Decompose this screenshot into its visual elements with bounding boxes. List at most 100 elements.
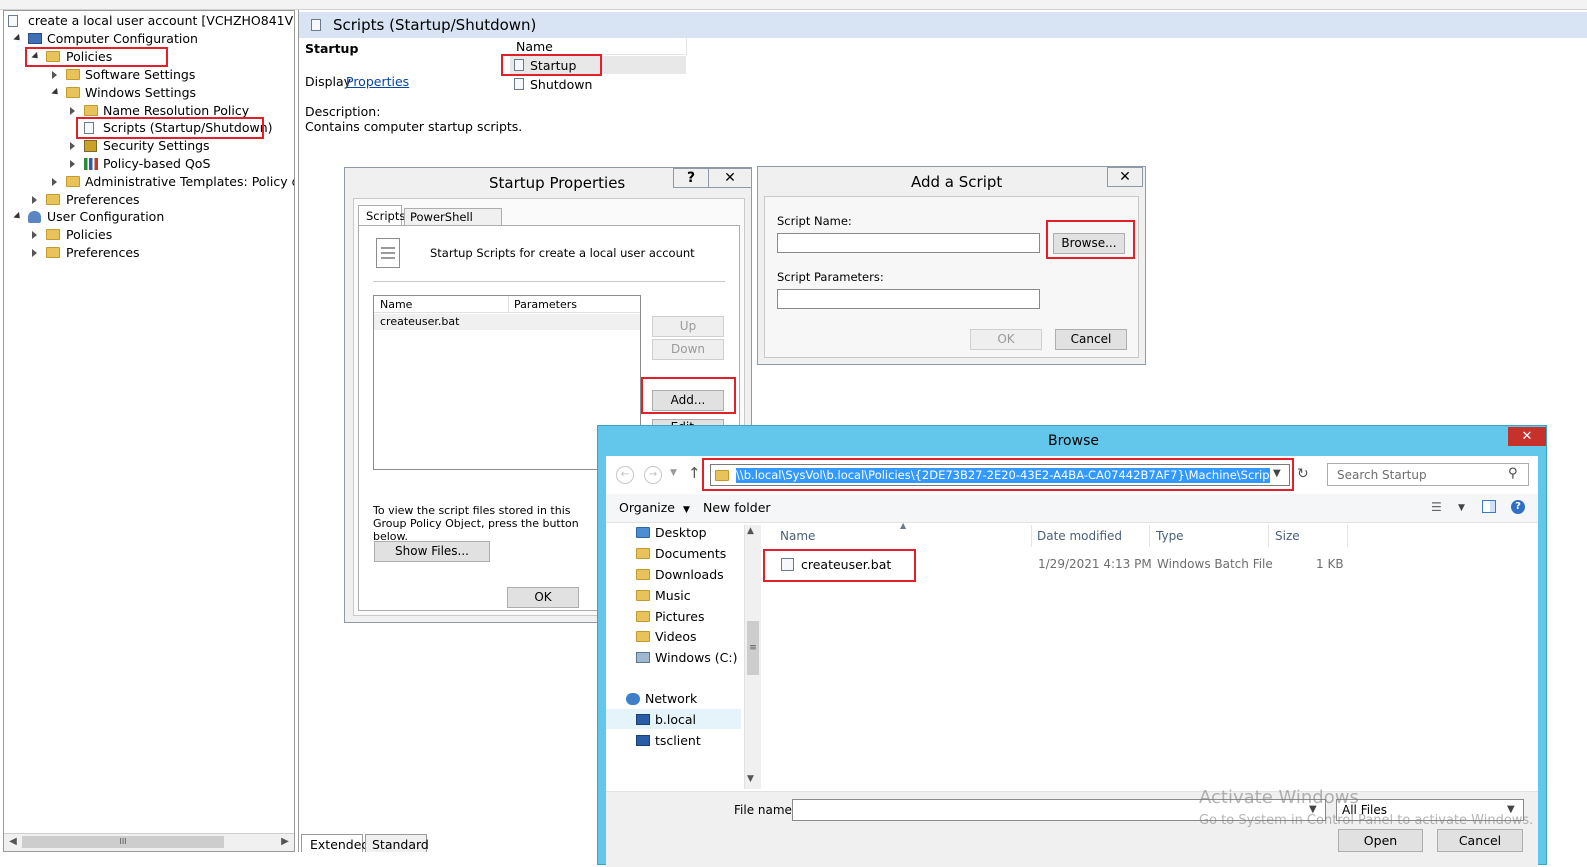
help-icon[interactable]: ? [1511, 500, 1525, 514]
folder-icon [46, 194, 60, 205]
view-options-icon[interactable]: ☰ [1431, 500, 1442, 514]
tab-scripts[interactable]: Scripts [358, 205, 405, 226]
activate-windows-subtext: Go to System in Control Panel to activat… [1199, 813, 1534, 828]
documents-folder-icon [636, 548, 650, 559]
search-box[interactable]: Search Startup ⚲ [1327, 463, 1529, 486]
new-folder-button[interactable]: New folder [703, 500, 771, 515]
dropdown-arrow-icon: ▼ [682, 505, 690, 515]
collapse-arrow-icon[interactable] [32, 249, 37, 257]
cancel-button[interactable]: Cancel [1055, 329, 1127, 350]
col-header-name[interactable]: Name [374, 296, 509, 313]
gpo-icon [8, 15, 18, 27]
up-icon[interactable]: ↑ [688, 464, 701, 482]
navigation-pane: Desktop Documents Downloads Music Pictur… [606, 523, 761, 789]
script-icon [514, 78, 524, 90]
tree-policies[interactable]: Policies [30, 48, 290, 66]
scroll-down-icon[interactable]: ▼ [747, 774, 754, 784]
tree-windows-settings[interactable]: Windows Settings [50, 84, 290, 102]
scripts-heading: Startup Scripts for create a local user … [430, 246, 695, 260]
view-dropdown-icon[interactable]: ▼ [1458, 503, 1465, 513]
forward-icon[interactable]: → [644, 466, 662, 484]
close-button[interactable]: ✕ [708, 168, 752, 188]
tree-computer-configuration[interactable]: Computer Configuration [12, 30, 292, 48]
list-header[interactable]: Name [510, 37, 687, 55]
help-button[interactable]: ? [673, 168, 709, 188]
scroll-right-icon[interactable]: ▶ [278, 835, 292, 849]
preview-pane-icon[interactable] [1482, 500, 1496, 513]
search-icon: ⚲ [1508, 466, 1518, 481]
computer-icon [28, 33, 42, 44]
ok-button[interactable]: OK [507, 587, 579, 608]
down-button[interactable]: Down [652, 339, 724, 360]
scroll-thumb[interactable]: ≡ [747, 621, 759, 675]
computer-icon [636, 714, 650, 725]
add-script-titlebar[interactable]: Add a Script [758, 167, 1145, 195]
tree-name-resolution-policy[interactable]: Name Resolution Policy [68, 102, 290, 120]
recent-dropdown-icon[interactable]: ▼ [670, 468, 677, 478]
back-icon[interactable]: ← [616, 466, 634, 484]
up-button[interactable]: Up [652, 316, 724, 337]
tree-software-settings[interactable]: Software Settings [50, 66, 290, 84]
collapse-arrow-icon[interactable] [32, 231, 37, 239]
tree-scripts-startup-shutdown[interactable]: Scripts (Startup/Shutdown) [68, 119, 290, 137]
show-files-button[interactable]: Show Files... [374, 541, 490, 562]
cancel-button[interactable]: Cancel [1437, 829, 1523, 852]
open-button[interactable]: Open [1338, 829, 1423, 852]
nav-scrollbar[interactable]: ▲ ≡ ▼ [744, 525, 761, 789]
collapse-arrow-icon[interactable] [70, 160, 75, 168]
collapse-arrow-icon[interactable] [70, 107, 75, 115]
ok-button[interactable]: OK [970, 329, 1042, 350]
script-name-input[interactable] [777, 233, 1040, 253]
list-item-shutdown[interactable]: Shutdown [510, 75, 686, 93]
tree-user-preferences[interactable]: Preferences [30, 244, 290, 262]
col-header-type[interactable]: Type [1150, 525, 1269, 547]
collapse-arrow-icon[interactable] [52, 178, 57, 186]
col-header-name[interactable]: Name ▲ [774, 521, 1032, 547]
address-dropdown-icon[interactable]: ▼ [1273, 468, 1281, 479]
script-name-label: Script Name: [777, 214, 852, 228]
folder-icon [66, 69, 80, 80]
expand-arrow-icon[interactable] [51, 87, 61, 98]
add-button[interactable]: Add... [652, 390, 724, 411]
script-row[interactable]: createuser.bat [374, 314, 640, 330]
address-bar[interactable]: \\b.local\SysVol\b.local\Policies\{2DE73… [710, 464, 1290, 486]
main-header-title: Scripts (Startup/Shutdown) [333, 16, 537, 34]
tab-powershell-scripts[interactable]: PowerShell Scripts [404, 208, 502, 238]
col-header-parameters[interactable]: Parameters [508, 296, 640, 313]
tree-administrative-templates[interactable]: Administrative Templates: Policy definit [50, 173, 294, 191]
close-button[interactable]: ✕ [1107, 167, 1143, 187]
user-icon [28, 211, 41, 223]
browse-button[interactable]: Browse... [1053, 233, 1125, 254]
col-header-size[interactable]: Size [1269, 525, 1348, 547]
collapse-arrow-icon[interactable] [52, 71, 57, 79]
collapse-arrow-icon[interactable] [32, 196, 37, 204]
script-parameters-input[interactable] [777, 289, 1040, 309]
properties-link[interactable]: Properties [346, 74, 409, 89]
refresh-icon[interactable]: ↻ [1297, 466, 1309, 482]
drive-icon [636, 652, 650, 663]
tree-user-policies[interactable]: Policies [30, 226, 290, 244]
col-header-date[interactable]: Date modified [1031, 525, 1150, 547]
tab-extended[interactable]: Extended [301, 834, 369, 852]
file-row[interactable]: createuser.bat 1/29/2021 4:13 PM Windows… [774, 554, 1354, 576]
tree-security-settings[interactable]: Security Settings [68, 137, 290, 155]
list-item-startup[interactable]: Startup [510, 56, 686, 74]
folder-icon [715, 470, 729, 481]
scroll-left-icon[interactable]: ◀ [6, 835, 20, 849]
organize-button[interactable]: Organize ▼ [619, 500, 690, 515]
downloads-folder-icon [636, 569, 650, 580]
qos-chart-icon [84, 158, 98, 170]
tree-horizontal-scrollbar[interactable]: ◀ III ▶ [4, 833, 294, 851]
browse-titlebar[interactable]: Browse [598, 426, 1546, 456]
expand-arrow-icon[interactable] [13, 211, 23, 222]
tree-user-configuration[interactable]: User Configuration [12, 208, 292, 226]
tab-standard[interactable]: Standard [365, 834, 429, 852]
expand-arrow-icon[interactable] [13, 33, 23, 44]
scroll-thumb[interactable]: III [22, 836, 224, 848]
scroll-up-icon[interactable]: ▲ [747, 526, 754, 536]
tree-policy-based-qos[interactable]: Policy-based QoS [68, 155, 290, 173]
tree-preferences[interactable]: Preferences [30, 191, 290, 209]
collapse-arrow-icon[interactable] [70, 142, 75, 150]
close-button[interactable]: ✕ [1508, 427, 1546, 446]
expand-arrow-icon[interactable] [31, 51, 41, 62]
